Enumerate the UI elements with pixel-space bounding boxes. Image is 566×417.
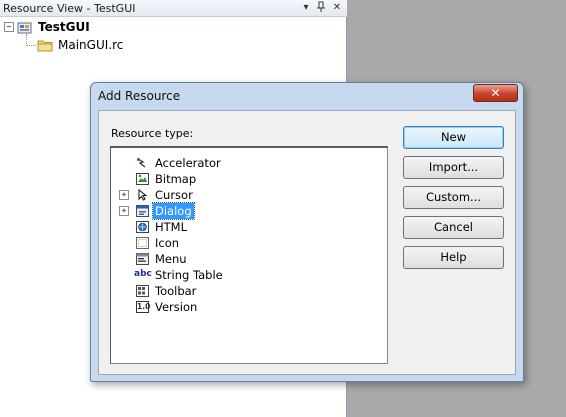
resource-type-label: Resource type: [111, 127, 194, 140]
cancel-button[interactable]: Cancel [403, 216, 504, 239]
tree-item-label: Cursor [155, 188, 193, 202]
cursor-icon [136, 188, 149, 201]
folder-icon [37, 39, 54, 52]
bitmap-icon [136, 173, 149, 185]
tree-item-label: HTML [155, 220, 188, 234]
string-table-icon: abc [134, 269, 152, 279]
dialog-close-button[interactable]: ✕ [473, 84, 518, 102]
tree-item-label: String Table [155, 268, 223, 282]
icon-resource-icon [136, 237, 149, 249]
tree-child-label: MainGUI.rc [58, 38, 124, 52]
tree-connector [26, 45, 36, 46]
toolbar-icon [136, 285, 149, 297]
resource-view-title: Resource View - TestGUI [3, 2, 136, 15]
dialog-title: Add Resource [98, 89, 181, 103]
dialog-icon [136, 205, 149, 217]
tree-item-label: Bitmap [155, 172, 197, 186]
tree-collapse-toggle[interactable]: − [4, 22, 14, 32]
tree-item-label: Toolbar [155, 284, 197, 298]
tree-expand-toggle[interactable]: + [119, 190, 129, 200]
window-position-icon[interactable]: ▾ [299, 1, 313, 15]
import-button[interactable]: Import... [403, 156, 504, 179]
tree-item-label: Icon [155, 236, 180, 250]
version-icon: 1.0 [136, 301, 151, 313]
tree-item-label: Dialog [152, 202, 195, 220]
custom-button[interactable]: Custom... [403, 186, 504, 209]
resource-type-tree[interactable]: Accelerator Bitmap + Cursor + Dialog HTM… [110, 146, 388, 364]
new-button[interactable]: New [403, 126, 504, 149]
tree-expand-toggle[interactable]: + [119, 206, 129, 216]
project-icon [17, 21, 33, 34]
tree-root-label: TestGUI [38, 20, 90, 34]
accelerator-icon [136, 157, 149, 169]
resource-view-titlebar: Resource View - TestGUI ▾ ✕ [0, 0, 347, 17]
tree-item-label: Accelerator [155, 156, 221, 170]
help-button[interactable]: Help [403, 246, 504, 269]
dialog-body: Resource type: Accelerator Bitmap + Curs… [98, 110, 516, 375]
add-resource-dialog: Add Resource ✕ Resource type: Accelerato… [90, 82, 524, 382]
close-icon[interactable]: ✕ [330, 1, 344, 15]
html-icon [136, 221, 149, 233]
auto-hide-pin-icon[interactable] [314, 1, 328, 15]
tree-item-label: Menu [155, 252, 187, 266]
menu-icon [136, 253, 149, 265]
tree-item-label: Version [155, 300, 198, 314]
